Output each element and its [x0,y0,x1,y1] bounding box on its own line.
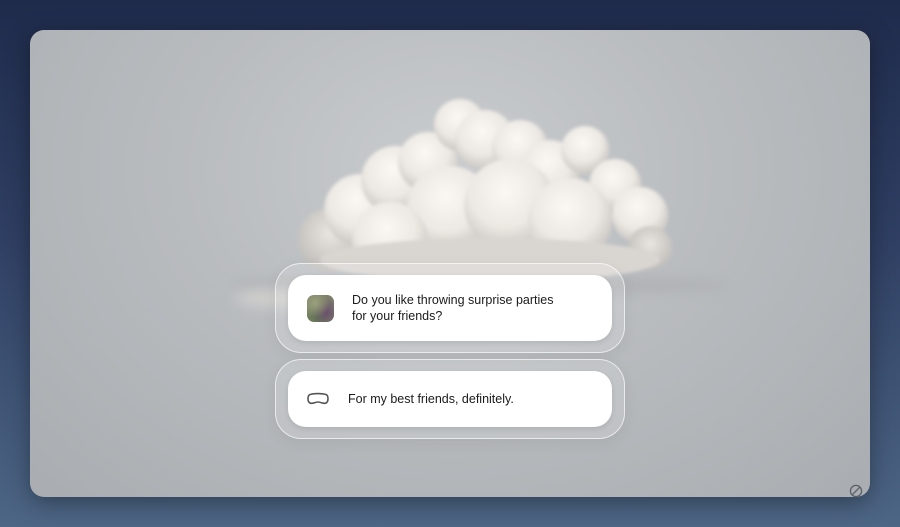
avatar [307,294,334,322]
answer-card[interactable]: For my best friends, definitely. [288,371,612,427]
answer-bubble[interactable]: For my best friends, definitely. [275,359,625,439]
question-card: Do you like throwing surprise parties fo… [288,275,612,341]
vision-pro-goggles-icon [307,392,329,405]
answer-text: For my best friends, definitely. [348,392,514,406]
question-text: Do you like throwing surprise parties fo… [352,293,554,323]
app-window: Do you like throwing surprise parties fo… [30,30,870,497]
question-bubble: Do you like throwing surprise parties fo… [275,263,625,353]
no-entry-icon [849,484,863,498]
